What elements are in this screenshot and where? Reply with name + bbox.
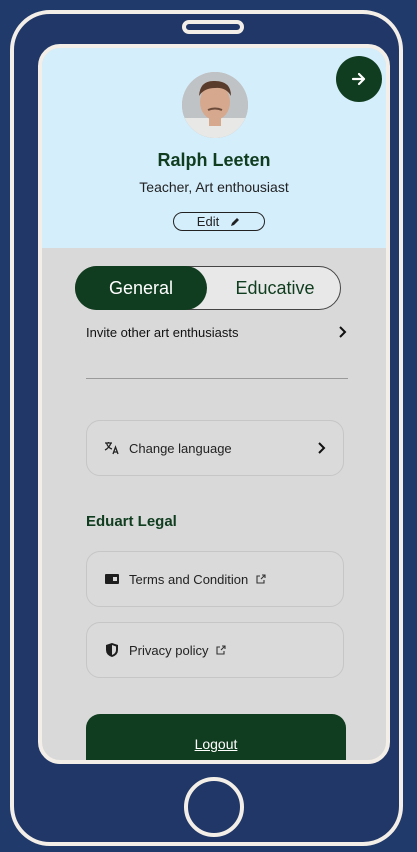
tab-general[interactable]: General	[75, 266, 207, 310]
logout-label: Logout	[194, 736, 238, 752]
pencil-icon	[231, 217, 240, 226]
chevron-right-icon	[318, 442, 326, 454]
tab-toggle: General Educative	[75, 266, 341, 310]
invite-label: Invite other art enthusiasts	[86, 324, 239, 340]
app-screen: Ralph Leeten Teacher, Art enthousiast Ed…	[38, 44, 390, 764]
home-button[interactable]	[184, 777, 244, 837]
external-link-icon	[256, 574, 266, 584]
avatar	[182, 72, 248, 138]
tab-educative[interactable]: Educative	[210, 267, 340, 309]
invite-row[interactable]: Invite other art enthusiasts	[86, 321, 348, 343]
divider	[86, 378, 348, 379]
shield-icon	[103, 642, 121, 658]
arrow-right-icon	[351, 72, 366, 86]
phone-speaker	[182, 20, 244, 34]
chevron-right-icon	[339, 326, 347, 338]
privacy-policy-button[interactable]: Privacy policy	[86, 622, 344, 678]
edit-label: Edit	[196, 214, 220, 229]
profile-subtitle: Teacher, Art enthousiast	[139, 179, 289, 195]
external-link-icon	[216, 645, 227, 655]
profile-header: Ralph Leeten Teacher, Art enthousiast Ed…	[42, 48, 386, 248]
privacy-policy-label: Privacy policy	[129, 642, 209, 658]
profile-name: Ralph Leeten	[157, 150, 271, 170]
logout-button[interactable]: Logout	[86, 714, 346, 760]
change-language-button[interactable]: Change language	[86, 420, 344, 476]
translate-icon	[103, 441, 121, 455]
edit-profile-button[interactable]: Edit	[173, 212, 265, 231]
legal-section-title: Eduart Legal	[86, 513, 177, 530]
document-icon	[103, 573, 121, 585]
next-button[interactable]	[336, 56, 382, 102]
terms-label: Terms and Condition	[129, 571, 249, 587]
change-language-label: Change language	[129, 440, 232, 456]
terms-button[interactable]: Terms and Condition	[86, 551, 344, 607]
